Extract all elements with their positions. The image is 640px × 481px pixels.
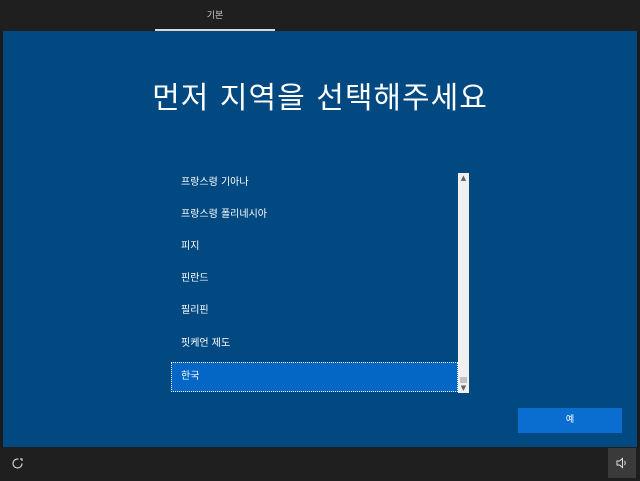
region-list-item[interactable]: 프랑스령 폴리네시아 <box>171 200 458 230</box>
list-scrollbar[interactable]: ▲ ▼ <box>458 173 469 393</box>
region-list-item[interactable]: 핀란드 <box>171 264 458 294</box>
setup-window: 기본 먼저 지역을 선택해주세요 프랑스령 기아나 프랑스령 폴리네시아 피지 … <box>0 0 640 481</box>
confirm-button[interactable]: 예 <box>518 408 622 433</box>
top-bar: 기본 <box>0 0 640 31</box>
region-list-item[interactable]: 필리핀 <box>171 296 458 326</box>
ease-of-access-icon[interactable] <box>11 457 24 470</box>
region-list-item-selected[interactable]: 한국 <box>171 362 458 392</box>
region-list[interactable]: 프랑스령 기아나 프랑스령 폴리네시아 피지 핀란드 필리핀 핏케언 제도 한국 <box>171 168 469 393</box>
volume-button[interactable] <box>608 448 636 478</box>
scroll-down-arrow-icon[interactable]: ▼ <box>458 383 469 393</box>
page-title: 먼저 지역을 선택해주세요 <box>152 81 488 116</box>
bottom-bar <box>0 447 640 481</box>
scroll-up-arrow-icon[interactable]: ▲ <box>458 173 469 183</box>
region-list-item[interactable]: 피지 <box>171 232 458 262</box>
tab-basics[interactable]: 기본 <box>155 0 275 31</box>
region-list-item[interactable]: 프랑스령 기아나 <box>171 168 458 198</box>
volume-icon <box>616 457 626 469</box>
region-list-item[interactable]: 핏케언 제도 <box>171 329 458 359</box>
